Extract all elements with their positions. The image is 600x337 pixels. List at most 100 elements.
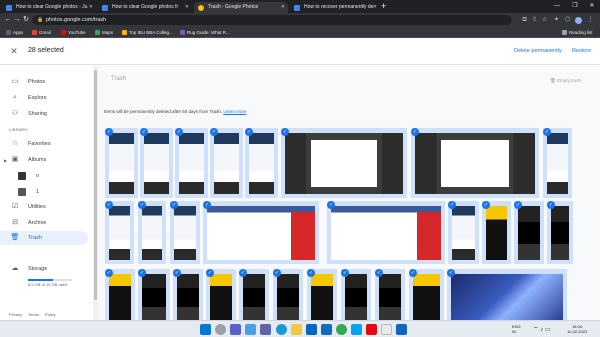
- install-icon[interactable]: ⧉: [520, 15, 529, 25]
- photo-thumbnail[interactable]: ✓: [203, 201, 319, 264]
- selected-check-icon[interactable]: ✓: [514, 201, 522, 209]
- photo-thumbnail[interactable]: ✓: [138, 201, 166, 264]
- photo-thumbnail[interactable]: ✓: [409, 269, 444, 320]
- sidebar-item-storage[interactable]: ☁ Storage: [0, 262, 88, 276]
- app-icon[interactable]: [381, 324, 392, 335]
- browser-tab-3-active[interactable]: Trash - Google Photos ✕: [194, 2, 288, 13]
- photo-thumbnail[interactable]: ✓: [140, 128, 173, 198]
- close-icon[interactable]: ✕: [89, 2, 93, 13]
- photo-thumbnail[interactable]: ✓: [307, 269, 337, 320]
- taskbar-search-icon[interactable]: [215, 324, 226, 335]
- selected-check-icon[interactable]: ✓: [547, 201, 555, 209]
- sidebar-item-trash[interactable]: 🗑 Trash: [0, 231, 88, 245]
- scrollbar-thumb[interactable]: [94, 70, 97, 300]
- share-icon[interactable]: ⇪: [530, 15, 539, 25]
- photo-thumbnail[interactable]: ✓: [173, 269, 203, 320]
- empty-trash-button[interactable]: 🗑 Empty trash: [550, 78, 581, 84]
- policy-link[interactable]: Policy: [45, 312, 56, 317]
- teams-chat-icon[interactable]: [260, 324, 271, 335]
- selected-check-icon[interactable]: ✓: [203, 201, 211, 209]
- selected-check-icon[interactable]: ✓: [409, 269, 417, 277]
- photo-thumbnail[interactable]: ✓: [273, 269, 303, 320]
- window-close-button[interactable]: ✕: [583, 0, 600, 13]
- maximize-button[interactable]: ❐: [566, 0, 584, 13]
- photo-thumbnail[interactable]: ✓: [281, 128, 407, 198]
- sidebar-item-photos[interactable]: ▭ Photos: [0, 75, 88, 89]
- sidebar-album-1[interactable]: 1: [0, 185, 88, 199]
- mail-icon[interactable]: [321, 324, 332, 335]
- photo-thumbnail[interactable]: ✓: [105, 128, 138, 198]
- photo-thumbnail[interactable]: ✓: [138, 269, 170, 320]
- sidebar-item-albums[interactable]: ▣ Albums: [0, 153, 88, 167]
- terms-link[interactable]: Terms: [28, 312, 39, 317]
- store-icon[interactable]: [306, 324, 317, 335]
- privacy-link[interactable]: Privacy: [9, 312, 22, 317]
- sidebar-album-o[interactable]: o: [0, 169, 88, 183]
- selected-check-icon[interactable]: ✓: [105, 128, 113, 136]
- sidebar-item-explore[interactable]: ⌕ Explore: [0, 91, 88, 105]
- learn-more-link[interactable]: Learn more: [223, 109, 246, 114]
- delete-permanently-button[interactable]: Delete permanently: [514, 47, 562, 55]
- photo-thumbnail[interactable]: ✓: [448, 201, 479, 264]
- selected-check-icon[interactable]: ✓: [482, 201, 490, 209]
- browser-tab-2[interactable]: How to clear Google photos fr ✕: [98, 2, 192, 13]
- edge-icon[interactable]: [276, 324, 287, 335]
- close-icon[interactable]: ✕: [281, 2, 285, 13]
- sidebar-item-favorites[interactable]: ☆ Favorites: [0, 137, 88, 151]
- browser-tab-4[interactable]: How to recover permanently de ✕: [290, 2, 380, 13]
- chrome-icon[interactable]: [336, 324, 347, 335]
- task-view-icon[interactable]: [230, 324, 241, 335]
- photo-thumbnail[interactable]: ✓: [547, 201, 573, 264]
- photo-thumbnail[interactable]: ✓: [341, 269, 371, 320]
- selected-check-icon[interactable]: ✓: [341, 269, 349, 277]
- netflix-icon[interactable]: [366, 324, 377, 335]
- photo-thumbnail[interactable]: ✓: [543, 128, 572, 198]
- wifi-volume-battery-icon[interactable]: ⌔ ♪ ▭: [533, 325, 551, 333]
- photo-thumbnail[interactable]: ✓: [170, 201, 200, 264]
- selected-check-icon[interactable]: ✓: [210, 128, 218, 136]
- selected-check-icon[interactable]: ✓: [173, 269, 181, 277]
- bookmark-maps[interactable]: Maps: [95, 27, 113, 38]
- menu-dots-icon[interactable]: ⋮: [586, 15, 595, 25]
- photo-thumbnail[interactable]: ✓: [175, 128, 208, 198]
- selected-check-icon[interactable]: ✓: [411, 128, 419, 136]
- photo-thumbnail[interactable]: ✓: [206, 269, 236, 320]
- selected-check-icon[interactable]: ✓: [447, 269, 455, 277]
- selected-check-icon[interactable]: ✓: [543, 128, 551, 136]
- new-tab-button[interactable]: +: [381, 1, 386, 12]
- photo-thumbnail[interactable]: ✓: [514, 201, 544, 264]
- photo-thumbnail[interactable]: ✓: [105, 269, 135, 320]
- close-icon[interactable]: ✕: [373, 2, 377, 13]
- selected-check-icon[interactable]: ✓: [138, 269, 146, 277]
- selected-check-icon[interactable]: ✓: [375, 269, 383, 277]
- bookmark-youtube[interactable]: YouTube: [61, 27, 86, 38]
- selected-check-icon[interactable]: ✓: [138, 201, 146, 209]
- selected-check-icon[interactable]: ✓: [307, 269, 315, 277]
- selected-check-icon[interactable]: ✓: [239, 269, 247, 277]
- address-bar[interactable]: 🔒 photos.google.com/trash: [32, 15, 512, 25]
- photo-thumbnail[interactable]: ✓: [482, 201, 511, 264]
- widgets-icon[interactable]: [245, 324, 256, 335]
- clock[interactable]: 18:04 11-02-2022: [567, 324, 587, 334]
- expand-arrow-icon[interactable]: ▶: [4, 158, 7, 163]
- selected-check-icon[interactable]: ✓: [245, 128, 253, 136]
- close-icon[interactable]: ✕: [185, 2, 189, 13]
- selected-check-icon[interactable]: ✓: [140, 128, 148, 136]
- sidebar-item-archive[interactable]: ⊟ Archive: [0, 216, 88, 230]
- photo-thumbnail[interactable]: ✓: [375, 269, 405, 320]
- language-indicator[interactable]: ENG IN: [512, 324, 521, 334]
- bookmark-rug-guide[interactable]: Rug Guide: What R...: [180, 27, 230, 38]
- selected-check-icon[interactable]: ✓: [105, 269, 113, 277]
- app-icon[interactable]: [351, 324, 362, 335]
- minimize-button[interactable]: —: [548, 0, 566, 13]
- selected-check-icon[interactable]: ✓: [448, 201, 456, 209]
- bookmark-top-ibu[interactable]: Top IBU BBA Colleg...: [122, 27, 173, 38]
- extensions-puzzle-icon[interactable]: ⬡: [563, 15, 572, 25]
- selected-check-icon[interactable]: ✓: [170, 201, 178, 209]
- close-selection-icon[interactable]: ✕: [9, 46, 19, 56]
- selected-check-icon[interactable]: ✓: [327, 201, 335, 209]
- selected-check-icon[interactable]: ✓: [206, 269, 214, 277]
- selected-check-icon[interactable]: ✓: [175, 128, 183, 136]
- photo-thumbnail[interactable]: ✓: [239, 269, 269, 320]
- photo-thumbnail[interactable]: ✓: [447, 269, 567, 320]
